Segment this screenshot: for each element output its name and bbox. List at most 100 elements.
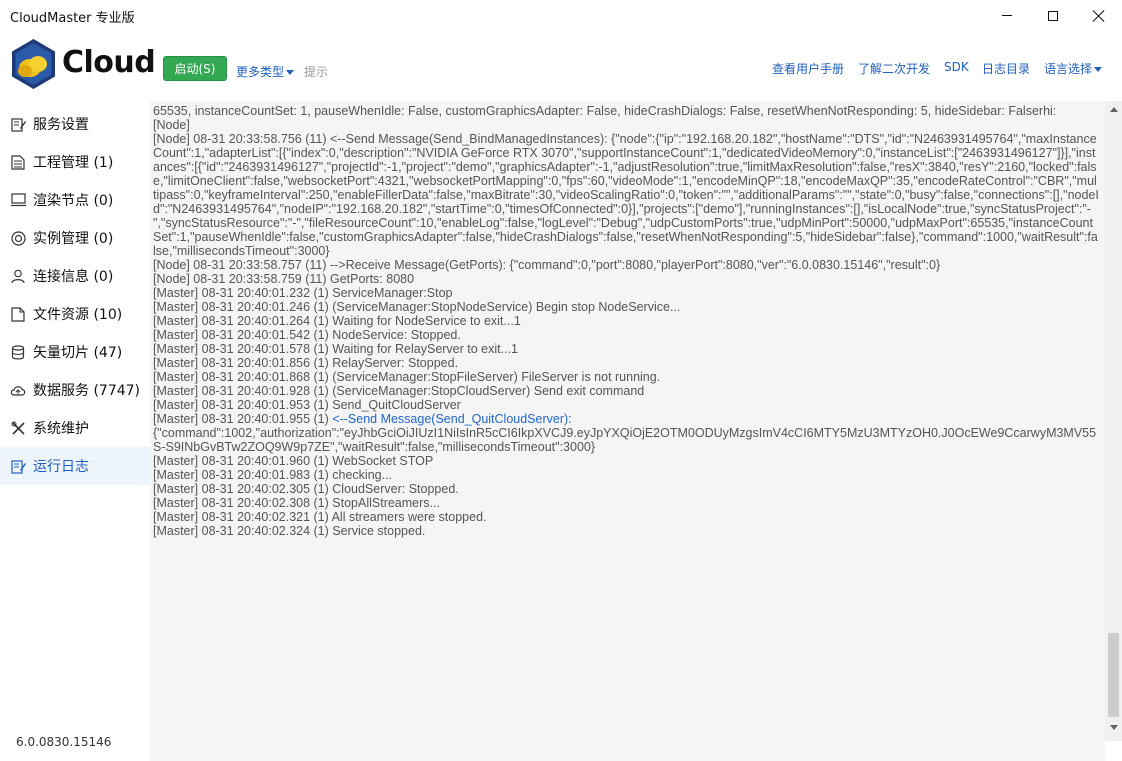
log-line: [Master] 08-31 20:40:01.232 (1) ServiceM… [153,286,1099,300]
sdk-link[interactable]: SDK [944,60,969,74]
scroll-down-button[interactable] [1105,719,1122,736]
log-line: [Master] 08-31 20:40:01.578 (1) Waiting … [153,342,1099,356]
chevron-down-icon [1094,67,1103,72]
sidebar-item-connections[interactable]: 连接信息 (0) [0,257,150,295]
log-scrollbar[interactable] [1105,101,1122,741]
sidebar-item-render-nodes[interactable]: 渲染节点 (0) [0,181,150,219]
sidebar-item-label: 工程管理 (1) [33,155,114,171]
log-line-text: [Master] 08-31 20:40:01.928 (1) (Service… [153,384,645,398]
log-line-highlight: <--Send Message(Send_QuitCloudServer): [332,412,572,426]
sidebar-item-label: 矢量切片 (47) [33,345,123,361]
sidebar-item-run-log[interactable]: 运行日志 [0,447,150,485]
cloud-upload-icon [10,382,26,398]
sidebar-item-label: 文件资源 (10) [33,307,123,323]
log-line: [Master] 08-31 20:40:02.321 (1) All stre… [153,510,1099,524]
maximize-button[interactable] [1030,0,1076,31]
settings-edit-icon [10,116,26,132]
language-select-label: 语言选择 [1044,62,1093,76]
title-bar: CloudMaster 专业版 [0,0,1122,31]
close-button[interactable] [1076,0,1122,31]
log-line-text: [Node] 08-31 20:33:58.756 (11) <--Send M… [153,132,1099,258]
log-line: [Master] 08-31 20:40:01.542 (1) NodeServ… [153,328,1099,342]
sidebar-item-file-resources[interactable]: 文件资源 (10) [0,295,150,333]
document-icon [10,154,26,170]
log-line-text: [Master] 08-31 20:40:01.955 (1) [153,412,333,426]
database-icon [10,344,26,360]
minimize-icon [1002,15,1012,16]
log-line-text: [Master] 08-31 20:40:01.246 (1) (Service… [153,300,681,314]
start-button[interactable]: 启动(S) [163,56,227,81]
sidebar-item-vector-tiles[interactable]: 矢量切片 (47) [0,333,150,371]
log-line: [Node] 08-31 20:33:58.759 (11) GetPorts:… [153,272,1099,286]
more-types-dropdown[interactable]: 更多类型 [236,63,295,80]
app-header: Cloud 启动(S) 更多类型 提示 查看用户手册 了解二次开发 SDK 日志… [0,31,1122,101]
log-line: [Master] 08-31 20:40:01.983 (1) checking… [153,468,1099,482]
log-line: [Node] 08-31 20:33:58.757 (11) -->Receiv… [153,258,1099,272]
log-line: [Master] 08-31 20:40:01.868 (1) (Service… [153,370,1099,384]
sidebar: 服务设置 工程管理 (1) 渲染节点 (0) 实例管理 (0) 连接信息 (0)… [0,101,150,761]
log-line: [Node] 08-31 20:33:58.756 (11) <--Send M… [153,132,1099,258]
cloud-logo-icon [12,39,55,89]
user-manual-link[interactable]: 查看用户手册 [772,60,844,77]
log-line-text: [Master] 08-31 20:40:02.324 (1) Service … [153,524,426,538]
sidebar-item-label: 渲染节点 (0) [33,193,114,209]
scroll-up-button[interactable] [1105,101,1122,118]
log-line: [Master] 08-31 20:40:01.960 (1) WebSocke… [153,454,1099,468]
maximize-icon [1048,10,1058,21]
sidebar-item-label: 数据服务 (7747) [33,383,141,399]
minimize-button[interactable] [984,0,1030,31]
hint-label: 提示 [304,65,329,79]
scroll-thumb[interactable] [1108,633,1119,717]
log-line-text: [Master] 08-31 20:40:02.305 (1) CloudSer… [153,482,459,496]
user-icon [10,268,26,284]
log-panel[interactable]: 65535, instanceCountSet: 1, pauseWhenIdl… [150,101,1105,761]
log-line: [Master] 08-31 20:40:01.246 (1) (Service… [153,300,1099,314]
log-line-text: [Master] 08-31 20:40:01.983 (1) checking… [153,468,393,482]
log-line-text: [Master] 08-31 20:40:02.308 (1) StopAllS… [153,496,440,510]
sidebar-item-label: 连接信息 (0) [33,269,114,285]
log-text: 65535, instanceCountSet: 1, pauseWhenIdl… [153,104,1099,538]
window-title: CloudMaster 专业版 [10,11,135,26]
log-line-text: [Master] 08-31 20:40:01.856 (1) RelaySer… [153,356,459,370]
secondary-dev-link[interactable]: 了解二次开发 [858,60,930,77]
language-select-dropdown[interactable]: 语言选择 [1044,60,1103,77]
sidebar-item-label: 系统维护 [33,421,89,437]
log-line-text: [Master] 08-31 20:40:01.868 (1) (Service… [153,370,661,384]
log-line: [Master] 08-31 20:40:02.324 (1) Service … [153,524,1099,538]
log-line: [Node] [153,118,1099,132]
log-line-text: 65535, instanceCountSet: 1, pauseWhenIdl… [153,104,1057,118]
log-line-rest: {"command":1002,"authorization":"eyJhbGc… [153,426,1097,454]
log-edit-icon [10,458,26,474]
log-line: [Master] 08-31 20:40:01.928 (1) (Service… [153,384,1099,398]
close-icon [1093,10,1105,22]
sidebar-item-service-settings[interactable]: 服务设置 [0,105,150,143]
sidebar-item-maintenance[interactable]: 系统维护 [0,409,150,447]
log-line: [Master] 08-31 20:40:02.308 (1) StopAllS… [153,496,1099,510]
log-line: [Master] 08-31 20:40:01.264 (1) Waiting … [153,314,1099,328]
log-line: 65535, instanceCountSet: 1, pauseWhenIdl… [153,104,1099,118]
log-line-text: [Master] 08-31 20:40:01.953 (1) Send_Qui… [153,398,461,412]
file-icon [10,306,26,322]
more-types-label: 更多类型 [236,65,285,79]
chevron-up-icon [1109,107,1118,112]
sidebar-item-label: 实例管理 (0) [33,231,114,247]
logo-text: Cloud [62,45,156,80]
log-line-text: [Master] 08-31 20:40:01.264 (1) Waiting … [153,314,521,328]
sidebar-item-instances[interactable]: 实例管理 (0) [0,219,150,257]
log-line-text: [Master] 08-31 20:40:01.232 (1) ServiceM… [153,286,453,300]
tools-icon [10,420,26,436]
log-line-text: [Master] 08-31 20:40:01.578 (1) Waiting … [153,342,518,356]
version-label: 6.0.0830.15146 [16,735,112,749]
log-directory-link[interactable]: 日志目录 [982,60,1030,77]
instance-icon [10,230,26,246]
log-line-text: [Master] 08-31 20:40:01.542 (1) NodeServ… [153,328,461,342]
sidebar-item-label: 运行日志 [33,459,89,475]
log-line: [Master] 08-31 20:40:01.856 (1) RelaySer… [153,356,1099,370]
sidebar-item-label: 服务设置 [33,117,89,133]
chevron-down-icon [1109,725,1118,730]
log-line: [Master] 08-31 20:40:01.953 (1) Send_Qui… [153,398,1099,412]
log-line-text: [Master] 08-31 20:40:02.321 (1) All stre… [153,510,487,524]
chevron-down-icon [286,70,295,75]
sidebar-item-data-services[interactable]: 数据服务 (7747) [0,371,150,409]
sidebar-item-projects[interactable]: 工程管理 (1) [0,143,150,181]
